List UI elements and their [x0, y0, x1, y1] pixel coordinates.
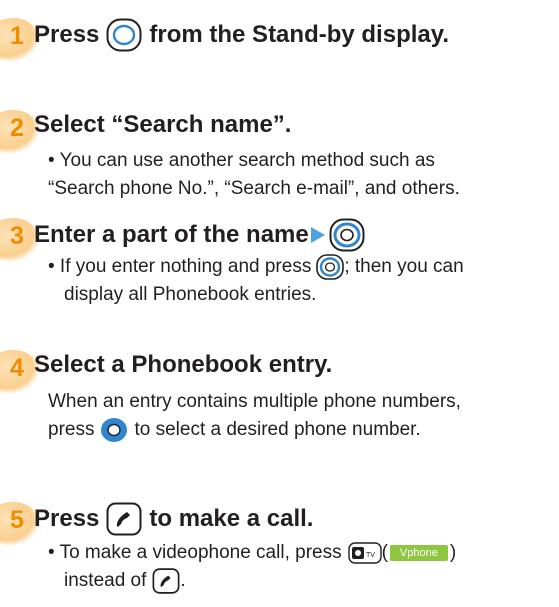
bullet-line: • You can use another search method such… [48, 150, 435, 171]
step-title: Enter a part of the name [34, 218, 365, 252]
text-line: When an entry contains multiple phone nu… [48, 391, 461, 412]
step-title-text: Press [34, 505, 100, 532]
blue-navigation-key-icon [316, 254, 345, 280]
paren-text: ) [449, 542, 457, 563]
step-bullet: • If you enter nothing and press ; then … [48, 253, 464, 309]
bullet-text: . [180, 570, 186, 591]
step-number: 5 [10, 506, 24, 534]
step-number: 4 [10, 354, 24, 382]
step-number: 3 [10, 222, 24, 250]
step-title: Press from the Stand-by display. [34, 18, 449, 52]
circle-o-key-icon [106, 18, 142, 52]
bullet-line: • If you enter nothing and press ; then … [48, 253, 464, 281]
step-title-text: Press [34, 21, 100, 48]
step-title-text: to make a call. [149, 505, 314, 532]
bullet-text: ; then you can [344, 256, 464, 277]
step-text: When an entry contains multiple phone nu… [48, 388, 461, 444]
blue-navigation-key-icon [329, 218, 365, 252]
vphone-softkey-label: Vphone [389, 545, 448, 561]
step-title-text: from the Stand-by display. [149, 21, 449, 48]
camera-key-label: TV [366, 552, 375, 559]
bullet-line: • To make a videophone call, press TV ( … [48, 539, 456, 567]
step-title-text: Enter a part of the name [34, 221, 309, 248]
step-number: 1 [10, 22, 24, 50]
step-bullet: • You can use another search method such… [48, 147, 460, 203]
bullet-line: instead of . [48, 567, 456, 595]
bullet-line: “Search phone No.”, “Search e-mail”, and… [48, 178, 460, 199]
bullet-text: • To make a videophone call, press [48, 542, 342, 563]
blue-navigation-key-icon [100, 417, 128, 443]
bullet-text: • If you enter nothing and press [48, 256, 312, 277]
step-title: Press to make a call. [34, 502, 313, 536]
phone-handset-key-icon [152, 568, 180, 594]
paren-text: ( [381, 542, 388, 563]
camera-tv-key-icon: TV [347, 542, 382, 564]
body-text: to select a desired phone number. [134, 419, 421, 440]
blue-arrow-icon [310, 227, 325, 243]
step-title: Select “Search name”. [34, 111, 292, 138]
bullet-line: display all Phonebook entries. [64, 284, 317, 305]
step-bullet: • To make a videophone call, press TV ( … [48, 539, 456, 595]
bullet-text: instead of [64, 570, 147, 591]
body-text: press [48, 419, 95, 440]
step-number: 2 [10, 114, 24, 142]
step-title: Select a Phonebook entry. [34, 351, 333, 378]
text-line: press to select a desired phone number. [48, 416, 461, 444]
phone-handset-key-icon [106, 502, 142, 536]
